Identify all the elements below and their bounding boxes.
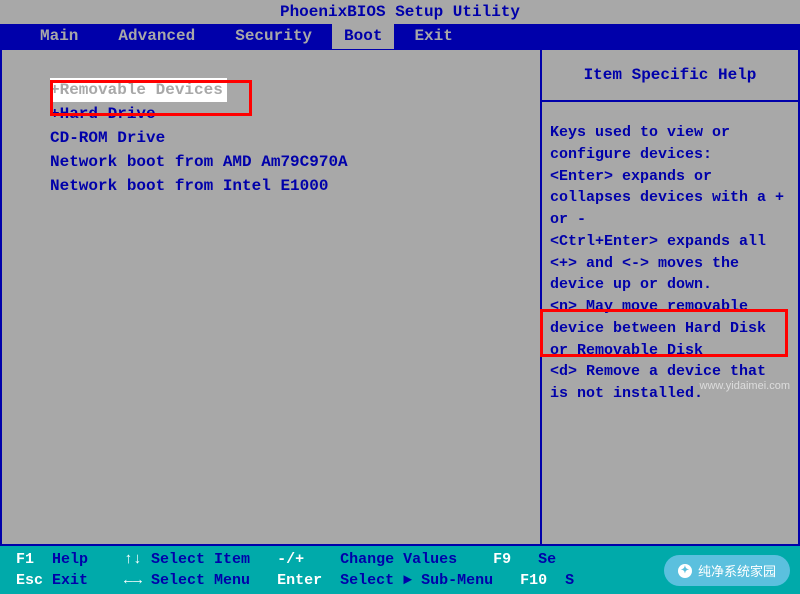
- footer-label: Exit: [52, 570, 124, 591]
- menu-tab-advanced[interactable]: Advanced: [98, 27, 215, 45]
- footer-label: S: [565, 570, 601, 591]
- menu-tab-exit[interactable]: Exit: [394, 27, 472, 45]
- help-line: <n> May move removable device between Ha…: [550, 296, 790, 361]
- boot-order-panel: +Removable Devices +Hard Drive CD-ROM Dri…: [2, 50, 542, 544]
- menu-bar: MainAdvancedSecurityBootExit: [0, 24, 800, 48]
- footer-key: F1: [16, 549, 52, 570]
- menu-tab-security[interactable]: Security: [215, 27, 332, 45]
- footer-label: Change Values: [340, 549, 493, 570]
- boot-item[interactable]: CD-ROM Drive: [50, 129, 165, 147]
- watermark: www.yidaimei.com: [700, 380, 790, 392]
- footer-label: Select ► Sub-Menu: [340, 570, 520, 591]
- footer-label: Se: [538, 549, 592, 570]
- boot-item[interactable]: Network boot from AMD Am79C970A: [50, 153, 348, 171]
- footer-key: Esc: [16, 570, 52, 591]
- badge-icon: ✦: [678, 564, 692, 578]
- main-area: +Removable Devices +Hard Drive CD-ROM Dri…: [0, 48, 800, 546]
- source-badge: ✦ 纯净系统家园: [664, 555, 790, 586]
- footer-label: Select Item: [151, 549, 277, 570]
- footer-key: ↑↓: [124, 549, 151, 570]
- help-line: Keys used to view or configure devices:: [550, 122, 790, 166]
- menu-tab-main[interactable]: Main: [20, 27, 98, 45]
- help-line: <Ctrl+Enter> expands all: [550, 231, 790, 253]
- footer-key: F10: [520, 570, 565, 591]
- help-panel: Item Specific Help Keys used to view or …: [542, 50, 798, 544]
- title-bar: PhoenixBIOS Setup Utility: [0, 0, 800, 24]
- footer-key: Enter: [277, 570, 340, 591]
- help-line: <Enter> expands or collapses devices wit…: [550, 166, 790, 231]
- badge-text: 纯净系统家园: [698, 561, 776, 580]
- footer-label: Help: [52, 549, 124, 570]
- boot-item[interactable]: Network boot from Intel E1000: [50, 177, 328, 195]
- help-title: Item Specific Help: [542, 50, 798, 102]
- boot-item[interactable]: +Removable Devices: [50, 78, 227, 102]
- menu-tab-boot[interactable]: Boot: [332, 23, 394, 49]
- footer-key: -/+: [277, 549, 340, 570]
- footer-key: F9: [493, 549, 538, 570]
- help-body: Keys used to view or configure devices:<…: [542, 102, 798, 413]
- help-line: <+> and <-> moves the device up or down.: [550, 253, 790, 297]
- footer-key: ←→: [124, 570, 151, 591]
- boot-item[interactable]: +Hard Drive: [50, 105, 156, 123]
- footer-label: Select Menu: [151, 570, 277, 591]
